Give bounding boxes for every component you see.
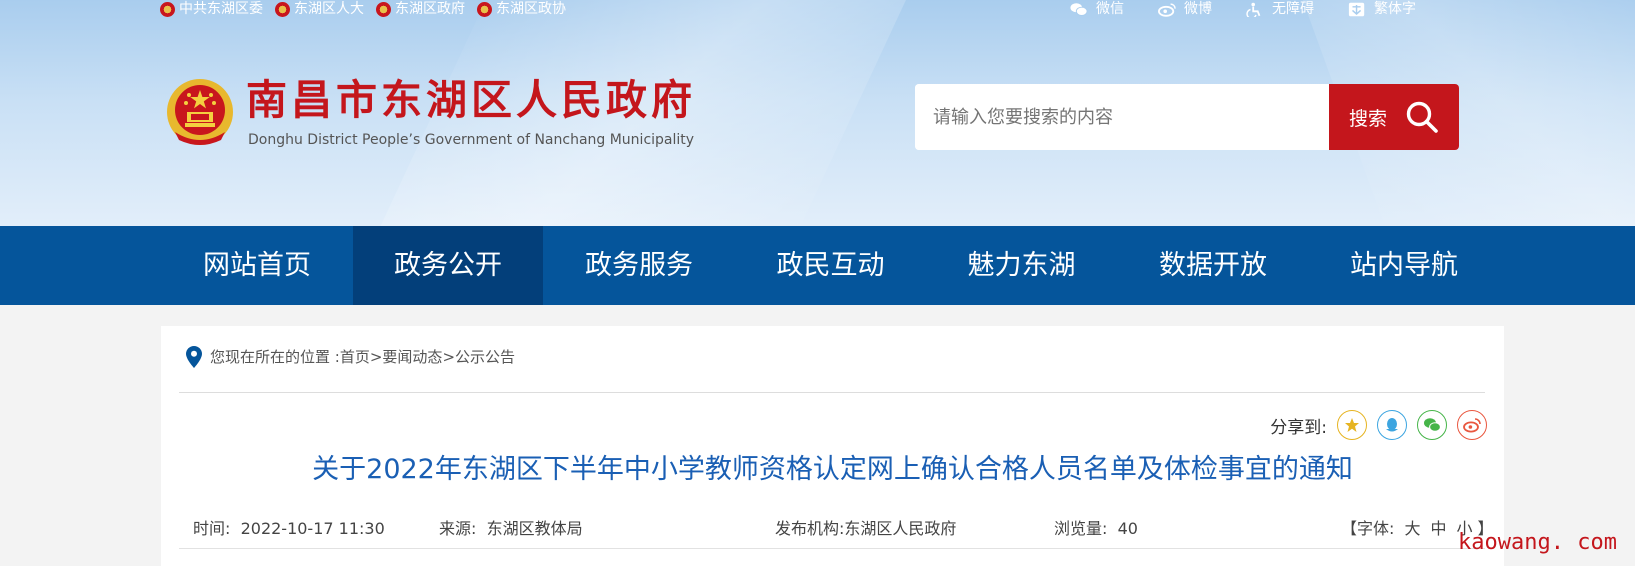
main-nav: 网站首页 政务公开 政务服务 政民互动 魅力东湖 数据开放 站内导航 <box>0 226 1635 305</box>
nav-item-home[interactable]: 网站首页 <box>161 226 353 305</box>
weibo-icon <box>1158 2 1176 17</box>
article-title: 关于2022年东湖区下半年中小学教师资格认定网上确认合格人员名单及体检事宜的通知 <box>312 454 1353 485</box>
topbar-tools: 微信 微博 无障碍 繁体字 <box>1070 0 1416 18</box>
nav-item-government-affairs-disclosure[interactable]: 政务公开 <box>353 226 543 305</box>
article-panel: 您现在所在的位置 : 首页 > 要闻动态 > 公示公告 分享到: 关于2022年… <box>161 326 1504 566</box>
search-button[interactable]: 搜索 <box>1329 84 1459 150</box>
article-publisher: 发布机构:东湖区人民政府 <box>775 519 957 538</box>
share-weibo-button[interactable] <box>1457 410 1487 440</box>
topbar-party-links: 中共东湖区委 东湖区人大 东湖区政府 东湖区政协 <box>160 0 566 18</box>
cppcc-emblem-icon <box>477 1 492 17</box>
font-size-large[interactable]: 大 <box>1405 519 1421 538</box>
divider <box>179 548 1485 549</box>
breadcrumb-separator: > <box>369 348 383 366</box>
font-size-medium[interactable]: 中 <box>1431 519 1447 538</box>
topbar-link-government[interactable]: 东湖区政府 <box>376 0 465 18</box>
watermark: kaowang. com <box>1458 530 1617 555</box>
share-wechat-button[interactable] <box>1417 410 1447 440</box>
wechat-icon <box>1070 2 1088 16</box>
national-emblem-logo[interactable] <box>165 76 235 148</box>
topbar-wechat[interactable]: 微信 <box>1070 0 1124 18</box>
breadcrumb-home[interactable]: 首页 <box>340 344 370 370</box>
search-input[interactable] <box>915 84 1329 150</box>
search-icon <box>1406 101 1438 133</box>
nav-item-government-services[interactable]: 政务服务 <box>543 226 735 305</box>
site-title: 南昌市东湖区人民政府 <box>246 76 696 124</box>
location-pin-icon <box>186 346 202 368</box>
article-time: 时间: 2022-10-17 11:30 <box>193 519 385 538</box>
breadcrumb-separator: > <box>442 348 456 366</box>
site-header: 中共东湖区委 东湖区人大 东湖区政府 东湖区政协 微信 微博 无障碍 繁体字 南… <box>0 0 1635 226</box>
topbar-weibo[interactable]: 微博 <box>1158 0 1212 18</box>
nav-item-interaction[interactable]: 政民互动 <box>735 226 926 305</box>
breadcrumb-announcements[interactable]: 公示公告 <box>455 344 515 370</box>
divider <box>179 392 1485 393</box>
share-qq-button[interactable] <box>1377 410 1407 440</box>
search-box: 搜索 <box>915 84 1459 150</box>
breadcrumb-news[interactable]: 要闻动态 <box>382 344 442 370</box>
national-emblem-icon <box>275 1 290 17</box>
topbar-traditional-chinese[interactable]: 繁体字 <box>1348 0 1416 18</box>
party-emblem-icon <box>160 1 175 17</box>
nav-item-charm-donghu[interactable]: 魅力东湖 <box>926 226 1117 305</box>
nav-item-site-navigation[interactable]: 站内导航 <box>1309 226 1499 305</box>
accessibility-icon <box>1246 2 1261 17</box>
nav-item-open-data[interactable]: 数据开放 <box>1117 226 1309 305</box>
wechat-icon <box>1424 418 1441 432</box>
site-subtitle: Donghu District People’s Government of N… <box>248 132 695 148</box>
article-views: 浏览量: 40 <box>1054 519 1138 538</box>
share-favorite-button[interactable] <box>1337 410 1367 440</box>
article-source: 来源: 东湖区教体局 <box>439 519 583 538</box>
topbar-link-party-committee[interactable]: 中共东湖区委 <box>160 0 263 18</box>
topbar-link-peoples-congress[interactable]: 东湖区人大 <box>275 0 364 18</box>
traditional-chinese-icon <box>1348 2 1365 16</box>
topbar-accessibility[interactable]: 无障碍 <box>1246 0 1314 18</box>
topbar-link-cppcc[interactable]: 东湖区政协 <box>477 0 566 18</box>
national-emblem-icon <box>376 1 391 17</box>
share-label: 分享到: <box>1270 417 1327 438</box>
share-bar: 分享到: <box>1270 410 1487 440</box>
breadcrumb-prefix: 您现在所在的位置 : <box>210 348 340 366</box>
breadcrumb: 您现在所在的位置 : 首页 > 要闻动态 > 公示公告 <box>186 344 515 370</box>
star-icon <box>1345 418 1359 432</box>
qq-icon <box>1386 418 1398 432</box>
weibo-icon <box>1463 418 1481 433</box>
